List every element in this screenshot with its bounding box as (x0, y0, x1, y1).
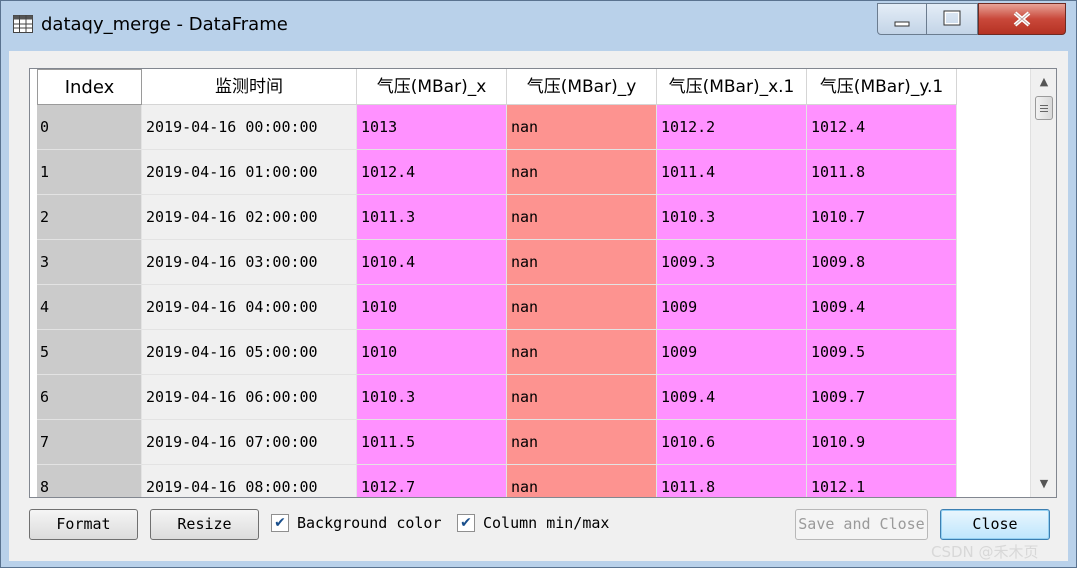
pressure-x-cell[interactable]: 1010 (357, 330, 507, 375)
index-cell[interactable]: 3 (37, 240, 142, 285)
index-cell[interactable]: 6 (37, 375, 142, 420)
pressure-y-cell[interactable]: nan (507, 375, 657, 420)
index-cell[interactable]: 2 (37, 195, 142, 240)
close-x-icon (1013, 11, 1031, 27)
pressure-x-cell[interactable]: 1013 (357, 105, 507, 150)
pressure-y1-cell[interactable]: 1010.7 (807, 195, 957, 240)
window-title: dataqy_merge - DataFrame (41, 14, 288, 35)
pressure-y1-cell[interactable]: 1012.1 (807, 465, 957, 497)
close-button[interactable]: Close (940, 509, 1050, 540)
column-minmax-label: Column min/max (483, 514, 610, 532)
index-cell[interactable]: 0 (37, 105, 142, 150)
pressure-y-cell[interactable]: nan (507, 285, 657, 330)
time-cell[interactable]: 2019-04-16 08:00:00 (142, 465, 357, 497)
pressure-x1-cell[interactable]: 1012.2 (657, 105, 807, 150)
column-minmax-checkbox[interactable]: ✔ (457, 514, 475, 532)
header-monitor-time[interactable]: 监测时间 (142, 69, 357, 105)
header-index[interactable]: Index (37, 69, 142, 105)
vertical-scrollbar[interactable]: ▲ ▼ (1030, 69, 1056, 497)
pressure-y-cell[interactable]: nan (507, 330, 657, 375)
resize-button[interactable]: Resize (150, 509, 259, 540)
client-area: Index 监测时间 气压(MBar)_x 气压(MBar)_y 气压(MBar… (9, 51, 1068, 561)
time-cell[interactable]: 2019-04-16 07:00:00 (142, 420, 357, 465)
time-cell[interactable]: 2019-04-16 04:00:00 (142, 285, 357, 330)
header-pressure-x[interactable]: 气压(MBar)_x (357, 69, 507, 105)
pressure-x-cell[interactable]: 1010.3 (357, 375, 507, 420)
time-cell[interactable]: 2019-04-16 02:00:00 (142, 195, 357, 240)
pressure-x1-cell[interactable]: 1010.3 (657, 195, 807, 240)
pressure-x-cell[interactable]: 1012.4 (357, 150, 507, 195)
window-close-button[interactable] (978, 3, 1066, 35)
csdn-watermark: CSDN @禾木页 (931, 543, 1039, 561)
time-cell[interactable]: 2019-04-16 05:00:00 (142, 330, 357, 375)
pressure-y-cell[interactable]: nan (507, 105, 657, 150)
pressure-y1-cell[interactable]: 1009.4 (807, 285, 957, 330)
index-cell[interactable]: 4 (37, 285, 142, 330)
scroll-up-arrow-icon[interactable]: ▲ (1031, 71, 1056, 93)
time-cell[interactable]: 2019-04-16 00:00:00 (142, 105, 357, 150)
background-color-label: Background color (297, 514, 442, 532)
header-pressure-x1[interactable]: 气压(MBar)_x.1 (657, 69, 807, 105)
pressure-x1-cell[interactable]: 1009 (657, 285, 807, 330)
dataframe-table[interactable]: Index 监测时间 气压(MBar)_x 气压(MBar)_y 气压(MBar… (29, 68, 1057, 498)
minimize-icon (894, 21, 910, 27)
table-icon (13, 15, 33, 33)
pressure-x-cell[interactable]: 1012.7 (357, 465, 507, 497)
header-pressure-y[interactable]: 气压(MBar)_y (507, 69, 657, 105)
minimize-button[interactable] (877, 3, 927, 35)
pressure-y-cell[interactable]: nan (507, 150, 657, 195)
title-bar[interactable]: dataqy_merge - DataFrame (1, 1, 1076, 51)
maximize-icon (943, 10, 961, 26)
index-cell[interactable]: 5 (37, 330, 142, 375)
pressure-x-cell[interactable]: 1010 (357, 285, 507, 330)
time-cell[interactable]: 2019-04-16 03:00:00 (142, 240, 357, 285)
header-pressure-y1[interactable]: 气压(MBar)_y.1 (807, 69, 957, 105)
pressure-x-cell[interactable]: 1010.4 (357, 240, 507, 285)
background-color-checkbox[interactable]: ✔ (271, 514, 289, 532)
pressure-y1-cell[interactable]: 1010.9 (807, 420, 957, 465)
index-cell[interactable]: 8 (37, 465, 142, 497)
scroll-thumb[interactable] (1035, 96, 1053, 120)
pressure-x1-cell[interactable]: 1011.8 (657, 465, 807, 497)
pressure-x1-cell[interactable]: 1011.4 (657, 150, 807, 195)
grip-line (1040, 105, 1048, 106)
time-cell[interactable]: 2019-04-16 06:00:00 (142, 375, 357, 420)
pressure-x-cell[interactable]: 1011.5 (357, 420, 507, 465)
index-cell[interactable]: 1 (37, 150, 142, 195)
pressure-x1-cell[interactable]: 1009.4 (657, 375, 807, 420)
pressure-x1-cell[interactable]: 1009.3 (657, 240, 807, 285)
pressure-y1-cell[interactable]: 1009.7 (807, 375, 957, 420)
pressure-x-cell[interactable]: 1011.3 (357, 195, 507, 240)
pressure-y1-cell[interactable]: 1009.8 (807, 240, 957, 285)
pressure-x1-cell[interactable]: 1009 (657, 330, 807, 375)
index-cell[interactable]: 7 (37, 420, 142, 465)
grip-line (1040, 111, 1048, 112)
pressure-y-cell[interactable]: nan (507, 465, 657, 497)
format-button[interactable]: Format (29, 509, 138, 540)
pressure-x1-cell[interactable]: 1010.6 (657, 420, 807, 465)
pressure-y1-cell[interactable]: 1012.4 (807, 105, 957, 150)
grip-line (1040, 108, 1048, 109)
maximize-button[interactable] (926, 3, 978, 35)
save-and-close-button[interactable]: Save and Close (795, 509, 928, 540)
scroll-down-arrow-icon[interactable]: ▼ (1031, 473, 1056, 495)
pressure-y-cell[interactable]: nan (507, 420, 657, 465)
pressure-y1-cell[interactable]: 1011.8 (807, 150, 957, 195)
time-cell[interactable]: 2019-04-16 01:00:00 (142, 150, 357, 195)
pressure-y-cell[interactable]: nan (507, 195, 657, 240)
dataframe-window: dataqy_merge - DataFrame Index 监测时间 气压(M… (0, 0, 1077, 568)
pressure-y-cell[interactable]: nan (507, 240, 657, 285)
pressure-y1-cell[interactable]: 1009.5 (807, 330, 957, 375)
